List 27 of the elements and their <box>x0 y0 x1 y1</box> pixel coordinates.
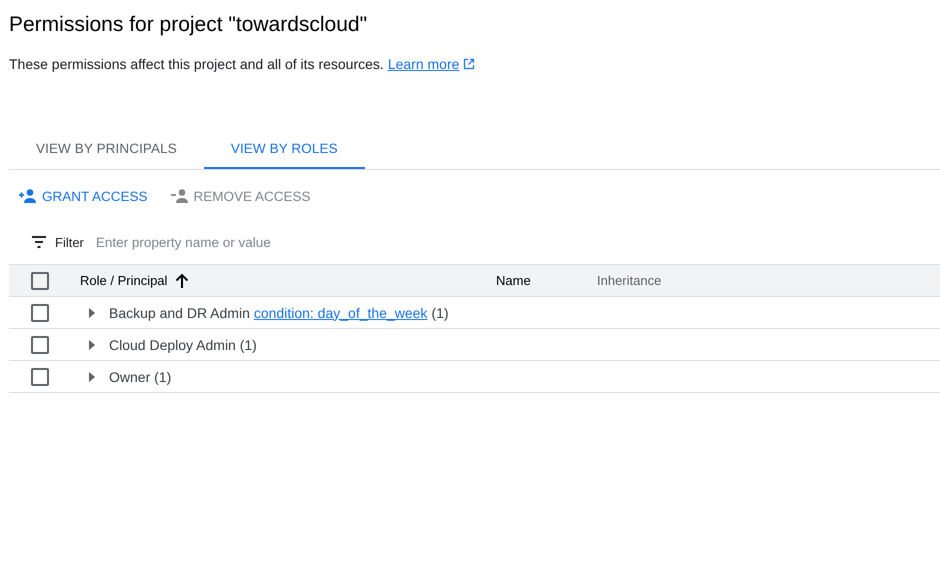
role-name: Owner (1) <box>109 368 172 384</box>
external-link-icon[interactable] <box>463 58 476 70</box>
remove-person-icon <box>170 188 190 204</box>
page-title: Permissions for project "towardscloud" <box>9 12 368 38</box>
select-all-checkbox[interactable] <box>31 272 49 290</box>
column-header[interactable]: Inheritance <box>597 273 662 288</box>
expand-caret-icon[interactable] <box>88 370 96 382</box>
expand-caret-icon[interactable] <box>88 306 96 318</box>
grant-access-button[interactable]: GRANT ACCESS <box>18 182 148 210</box>
add-person-icon <box>18 188 38 204</box>
row-checkbox[interactable] <box>31 304 49 322</box>
member-count: (1) <box>431 304 449 320</box>
row-checkbox[interactable] <box>31 336 49 354</box>
column-header[interactable]: Name <box>496 273 531 288</box>
condition-link[interactable]: condition: day_of_the_week <box>254 304 428 320</box>
filter-label: Filter <box>55 234 84 250</box>
tab[interactable]: VIEW BY ROLES <box>204 129 365 169</box>
row-checkbox[interactable] <box>31 368 49 386</box>
filter-icon[interactable] <box>31 235 47 249</box>
description-text: These permissions affect this project and all of its resources. <box>9 56 384 72</box>
sort-arrow-icon[interactable] <box>175 272 190 288</box>
learn-more-link[interactable]: Learn more <box>388 56 460 72</box>
role-name: Backup and DR Admin <box>109 304 250 320</box>
role-name: Cloud Deploy Admin (1) <box>109 336 257 352</box>
expand-caret-icon[interactable] <box>88 338 96 350</box>
column-header[interactable]: Role / Principal <box>80 273 168 288</box>
tab[interactable]: VIEW BY PRINCIPALS <box>9 129 204 169</box>
